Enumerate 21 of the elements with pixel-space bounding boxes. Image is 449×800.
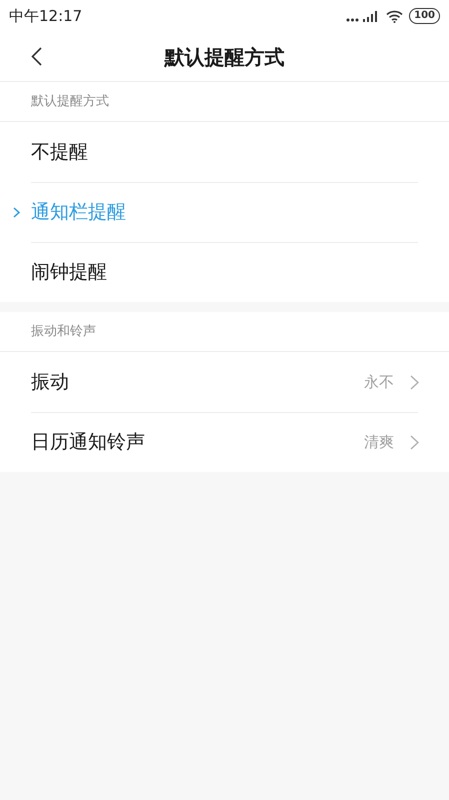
row-label: 通知栏提醒 (31, 200, 126, 225)
section-header: 默认提醒方式 (31, 92, 109, 111)
row-value: 清爽 (364, 432, 394, 453)
row-label: 闹钟提醒 (31, 260, 107, 285)
page-title: 默认提醒方式 (164, 44, 284, 70)
chevron-right-icon (410, 374, 419, 390)
row-value: 永不 (364, 372, 394, 393)
section-header: 振动和铃声 (31, 322, 96, 341)
battery-indicator: 100 (409, 8, 440, 24)
selected-chevron-icon (13, 207, 21, 218)
chevron-right-icon (410, 434, 419, 450)
list-row[interactable]: 日历通知铃声 清爽 (0, 412, 449, 472)
status-time: 中午12:17 (9, 6, 82, 27)
row-label: 不提醒 (31, 140, 88, 165)
wifi-icon (386, 10, 404, 22)
list-row[interactable]: 闹钟提醒 (0, 242, 449, 302)
list-row[interactable]: 振动 永不 (0, 352, 449, 412)
row-label: 振动 (31, 370, 69, 395)
back-icon[interactable] (31, 47, 42, 66)
row-label: 日历通知铃声 (31, 430, 145, 455)
list-row[interactable]: 不提醒 (0, 122, 449, 182)
